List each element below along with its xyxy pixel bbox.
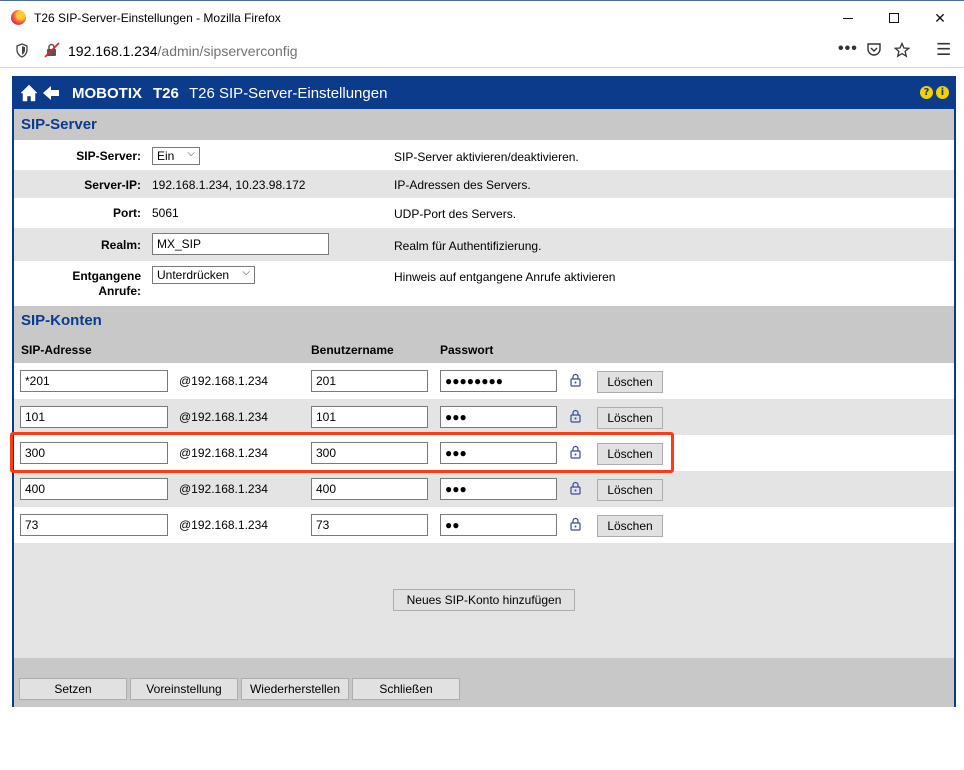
sip-server-label: SIP-Server: <box>76 149 141 163</box>
window-title: T26 SIP-Server-Einstellungen - Mozilla F… <box>34 11 281 25</box>
password-input[interactable]: ●●● <box>440 406 557 428</box>
col-password: Passwort <box>440 343 494 357</box>
sip-server-desc: SIP-Server aktivieren/deaktivieren. <box>394 150 579 164</box>
delete-account-button[interactable]: Löschen <box>597 515 663 537</box>
lock-icon[interactable] <box>570 517 581 531</box>
add-sip-account-button[interactable]: Neues SIP-Konto hinzufügen <box>393 589 575 611</box>
row-realm: Realm: MX_SIP Realm für Authentifizierun… <box>14 228 954 261</box>
minimize-icon <box>843 17 853 19</box>
chevron-down-icon: ⌵ <box>187 148 195 159</box>
sip-accounts-section-title: SIP-Konten <box>14 306 954 335</box>
add-account-area: Neues SIP-Konto hinzufügen <box>14 543 954 658</box>
account-row: 101 @192.168.1.234 101 ●●● Löschen <box>14 399 954 435</box>
close-button[interactable]: Schließen <box>352 678 460 700</box>
sip-domain: @192.168.1.234 <box>179 410 268 424</box>
tracking-shield-icon[interactable] <box>16 43 28 58</box>
sip-server-select-value: Ein <box>157 149 175 163</box>
sip-domain: @192.168.1.234 <box>179 482 268 496</box>
sip-domain: @192.168.1.234 <box>179 518 268 532</box>
password-input[interactable]: ●●● <box>440 478 557 500</box>
firefox-logo-icon <box>11 10 26 25</box>
close-window-button[interactable]: ✕ <box>917 5 963 31</box>
server-ip-label: Server-IP: <box>84 178 141 192</box>
navigation-bar: 192.168.1.234/admin/sipserverconfig ••• … <box>0 34 964 68</box>
account-row: 73 @192.168.1.234 73 ●● Löschen <box>14 507 954 543</box>
port-label: Port: <box>113 206 141 220</box>
pocket-icon[interactable] <box>866 42 882 58</box>
sip-address-input[interactable]: 400 <box>20 478 168 500</box>
port-desc: UDP-Port des Servers. <box>394 207 517 221</box>
page-actions-icon[interactable]: ••• <box>838 40 858 58</box>
chevron-down-icon: ⌵ <box>242 267 250 278</box>
col-sip-address: SIP-Adresse <box>21 343 92 357</box>
row-server-ip: Server-IP: 192.168.1.234, 10.23.98.172 I… <box>14 170 954 198</box>
missed-calls-select-value: Unterdrücken <box>157 268 230 282</box>
minimize-button[interactable] <box>825 5 871 31</box>
sip-server-select[interactable]: Ein ⌵ <box>152 147 200 165</box>
missed-calls-desc: Hinweis auf entgangene Anrufe aktivieren <box>394 270 616 284</box>
username-input[interactable]: 73 <box>311 514 428 536</box>
col-username: Benutzername <box>311 343 394 357</box>
sip-address-input[interactable]: 101 <box>20 406 168 428</box>
close-icon: ✕ <box>934 9 946 26</box>
missed-calls-label-line2: Anrufe: <box>98 284 141 298</box>
missed-calls-label-line1: Entgangene <box>72 269 141 283</box>
delete-account-button[interactable]: Löschen <box>597 371 663 393</box>
realm-input[interactable]: MX_SIP <box>152 233 329 255</box>
lock-icon[interactable] <box>570 409 581 423</box>
maximize-icon <box>889 13 899 23</box>
brand-name: MOBOTIX <box>72 85 142 102</box>
url-bar[interactable]: 192.168.1.234/admin/sipserverconfig <box>68 43 298 59</box>
bookmark-star-icon[interactable] <box>894 42 910 58</box>
delete-account-button[interactable]: Löschen <box>597 479 663 501</box>
lock-icon[interactable] <box>570 481 581 495</box>
accounts-column-headers: SIP-Adresse Benutzername Passwort <box>14 335 954 363</box>
url-host: 192.168.1.234 <box>68 43 158 59</box>
username-input[interactable]: 201 <box>311 370 428 392</box>
row-port: Port: 5061 UDP-Port des Servers. <box>14 198 954 228</box>
port-value: 5061 <box>152 206 179 220</box>
missed-calls-label: Entgangene Anrufe: <box>72 269 141 299</box>
maximize-button[interactable] <box>871 5 917 31</box>
sip-server-section-title: SIP-Server <box>14 109 954 140</box>
sip-domain: @192.168.1.234 <box>179 374 268 388</box>
account-row: 400 @192.168.1.234 400 ●●● Löschen <box>14 471 954 507</box>
row-missed-calls: Entgangene Anrufe: Unterdrücken ⌵ Hinwei… <box>14 261 954 306</box>
camera-model: T26 <box>153 85 179 102</box>
defaults-button[interactable]: Voreinstellung <box>130 678 238 700</box>
panel-header: MOBOTIX T26 T26 SIP-Server-Einstellungen… <box>14 78 954 109</box>
delete-account-button[interactable]: Löschen <box>597 407 663 429</box>
highlight-annotation <box>10 432 674 473</box>
server-ip-desc: IP-Adressen des Servers. <box>394 178 531 192</box>
username-input[interactable]: 101 <box>311 406 428 428</box>
home-icon[interactable] <box>20 84 38 102</box>
page-title: T26 SIP-Server-Einstellungen <box>189 85 388 102</box>
hamburger-menu-icon[interactable]: ☰ <box>936 40 951 60</box>
password-input[interactable]: ●● <box>440 514 557 536</box>
username-input[interactable]: 400 <box>311 478 428 500</box>
row-sip-server: SIP-Server: Ein ⌵ SIP-Server aktivieren/… <box>14 140 954 170</box>
sip-address-input[interactable]: 73 <box>20 514 168 536</box>
lock-icon[interactable] <box>570 373 581 387</box>
restore-button[interactable]: Wiederherstellen <box>241 678 349 700</box>
window-titlebar: T26 SIP-Server-Einstellungen - Mozilla F… <box>0 0 964 34</box>
back-arrow-icon[interactable] <box>42 85 60 101</box>
server-ip-value: 192.168.1.234, 10.23.98.172 <box>152 178 306 192</box>
insecure-connection-icon[interactable] <box>44 42 60 58</box>
url-path: /admin/sipserverconfig <box>157 43 298 59</box>
info-icon[interactable]: i <box>936 86 949 99</box>
missed-calls-select[interactable]: Unterdrücken ⌵ <box>152 266 255 284</box>
sip-settings-panel: MOBOTIX T26 T26 SIP-Server-Einstellungen… <box>12 76 956 707</box>
set-button[interactable]: Setzen <box>19 678 127 700</box>
password-input[interactable]: ●●●●●●●● <box>440 370 557 392</box>
sip-address-input[interactable]: *201 <box>20 370 168 392</box>
account-row: *201 @192.168.1.234 201 ●●●●●●●● Löschen <box>14 363 954 399</box>
footer-bar: Setzen Voreinstellung Wiederherstellen S… <box>14 670 954 707</box>
realm-desc: Realm für Authentifizierung. <box>394 239 542 253</box>
realm-label: Realm: <box>100 238 141 252</box>
help-icon[interactable]: ? <box>920 86 933 99</box>
